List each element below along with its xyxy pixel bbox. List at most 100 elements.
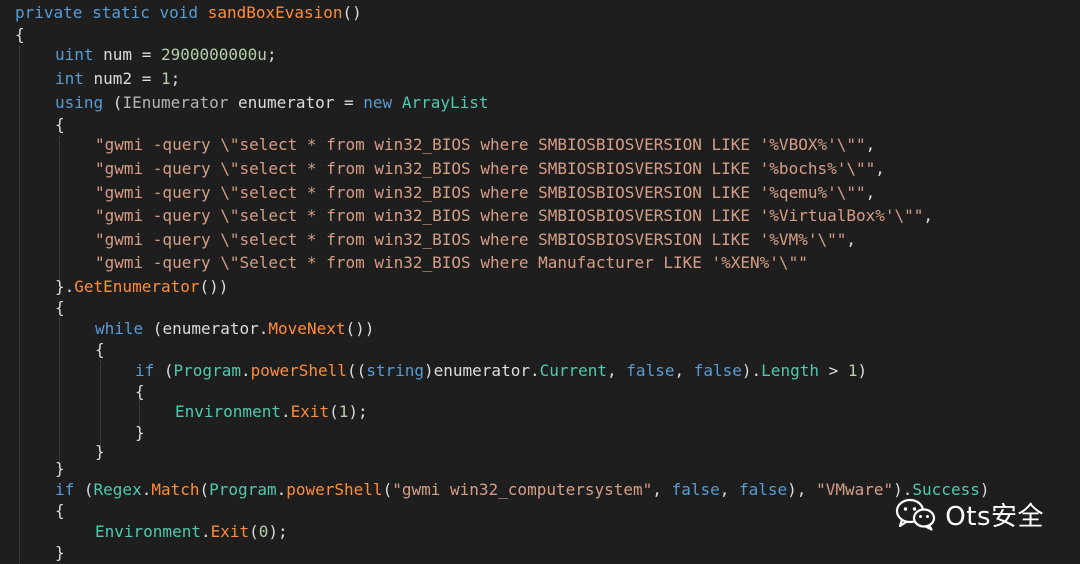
indent-guide (19, 46, 20, 564)
code-token: } (135, 423, 145, 442)
code-token: ; (266, 45, 277, 64)
code-line: { (55, 114, 65, 136)
code-token: void (159, 3, 199, 22)
code-token: (( (346, 361, 367, 380)
code-line: } (135, 422, 145, 444)
code-token: uint (55, 45, 94, 64)
code-line: "gwmi -query \"select * from win32_BIOS … (95, 182, 875, 204)
code-token: ) (857, 361, 868, 380)
code-token: { (95, 340, 105, 359)
code-token: ( (382, 480, 393, 499)
code-token: static (92, 3, 150, 22)
code-token: , (875, 159, 885, 178)
code-token: , (923, 206, 934, 225)
code-token: { (55, 298, 65, 317)
code-token: . (200, 522, 211, 541)
code-token: GetEnumerator (74, 277, 200, 296)
code-token: { (55, 501, 65, 520)
code-token: 1 (847, 361, 858, 380)
code-line: private static void sandBoxEvasion() (15, 2, 362, 24)
code-token: "gwmi -query \"select * from win32_BIOS … (95, 183, 866, 202)
code-token: IEnumerator (122, 93, 229, 112)
code-token: Regex (93, 480, 142, 499)
code-line: "gwmi -query \"select * from win32_BIOS … (95, 205, 933, 227)
code-token: 0 (258, 522, 269, 541)
indent-guide (59, 136, 60, 286)
code-token: new (363, 93, 393, 112)
code-token: ). (741, 361, 762, 380)
code-token: if (55, 480, 75, 499)
code-token: sandBoxEvasion (207, 3, 343, 22)
code-token: Environment (175, 402, 281, 421)
code-token: "VMware" (816, 480, 894, 499)
code-line: if (Program.powerShell((string)enumerato… (135, 360, 867, 382)
code-line: { (55, 500, 65, 522)
code-token: while (95, 319, 144, 338)
code-token: , (865, 135, 876, 154)
code-token: "gwmi -query \"select * from win32_BIOS … (95, 206, 924, 225)
code-token: "gwmi -query \"Select * from win32_BIOS … (95, 253, 808, 272)
code-token: enumerator = (228, 93, 364, 112)
code-line: "gwmi -query \"select * from win32_BIOS … (95, 229, 856, 251)
code-token: } (55, 459, 65, 478)
code-token: Length (761, 361, 819, 380)
code-token: ()) (345, 319, 375, 338)
code-line: while (enumerator.MoveNext()) (95, 318, 374, 340)
code-line: "gwmi -query \"select * from win32_BIOS … (95, 134, 875, 156)
code-token: Program (173, 361, 241, 380)
code-token: Match (151, 480, 200, 499)
code-token: } (95, 442, 105, 461)
code-token: . (141, 480, 152, 499)
code-token: > (818, 361, 848, 380)
code-line: { (95, 339, 105, 361)
code-token: ), (787, 480, 817, 499)
code-token: , (846, 230, 856, 249)
watermark: Ots安全 (895, 494, 1044, 534)
code-token: }. (55, 277, 75, 296)
code-token: ( (199, 480, 210, 499)
code-line: } (55, 458, 65, 480)
code-token: } (55, 543, 65, 562)
code-line: if (Regex.Match(Program.powerShell("gwmi… (55, 479, 989, 501)
code-token: Exit (210, 522, 250, 541)
code-line: uint num = 2900000000u; (55, 44, 277, 66)
code-token: false (626, 361, 675, 380)
indent-guide (100, 360, 101, 452)
code-token: int (55, 69, 84, 88)
code-token: ( (329, 402, 339, 421)
code-token: , (674, 361, 694, 380)
code-token: Exit (290, 402, 330, 421)
indent-guide (59, 318, 60, 470)
code-token: "gwmi -query \"select * from win32_BIOS … (95, 135, 866, 154)
watermark-text: Ots安全 (945, 501, 1044, 532)
code-token: { (15, 25, 25, 44)
code-token: MoveNext (268, 319, 346, 338)
code-token: { (135, 382, 145, 401)
code-token: using (55, 93, 104, 112)
code-token: private (15, 3, 83, 22)
code-token: "gwmi -query \"select * from win32_BIOS … (95, 230, 847, 249)
code-token: false (739, 480, 788, 499)
code-token: 2900000000u (160, 45, 267, 64)
code-line: } (95, 441, 105, 463)
code-token: ); (348, 402, 368, 421)
wechat-icon (896, 498, 936, 531)
code-editor[interactable]: private static void sandBoxEvasion(){uin… (0, 0, 1080, 564)
code-token: powerShell (250, 361, 347, 380)
code-line: Environment.Exit(0); (95, 521, 288, 543)
code-token: false (671, 480, 720, 499)
code-token: string (366, 361, 424, 380)
code-token: , (865, 183, 876, 202)
code-line: Environment.Exit(1); (175, 401, 368, 423)
code-token: powerShell (286, 480, 383, 499)
code-line: int num2 = 1; (55, 68, 180, 90)
code-token: "gwmi -query \"select * from win32_BIOS … (95, 159, 876, 178)
code-token: Current (539, 361, 608, 380)
code-line: { (135, 381, 145, 403)
code-token: false (693, 361, 742, 380)
code-line: } (55, 542, 65, 564)
code-token: , (607, 361, 627, 380)
